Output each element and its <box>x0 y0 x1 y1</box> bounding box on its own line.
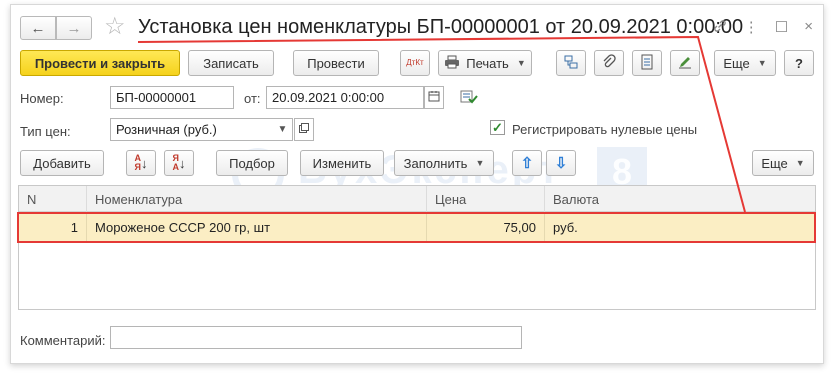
price-type-open-button[interactable] <box>294 118 314 141</box>
cell-price[interactable]: 75,00 <box>427 214 545 242</box>
fill-label: Заполнить <box>403 155 468 171</box>
date-label: от: <box>244 91 261 106</box>
table-more-button[interactable]: Еще ▼ <box>752 150 814 176</box>
open-icon <box>299 123 309 136</box>
arrow-up-icon: ⇧ <box>520 155 534 172</box>
printer-icon <box>444 55 460 72</box>
register-zero-checkbox[interactable]: ✓ <box>490 120 505 135</box>
post-and-close-button[interactable]: Провести и закрыть <box>20 50 180 76</box>
close-icon[interactable]: × <box>804 18 813 38</box>
link-icon[interactable] <box>712 18 728 38</box>
select-button[interactable]: Подбор <box>216 150 288 176</box>
move-up-button[interactable]: ⇧ <box>512 150 542 176</box>
document-list-icon <box>641 54 653 73</box>
register-zero-label[interactable]: Регистрировать нулевые цены <box>512 122 697 137</box>
print-button[interactable]: Печать ▼ <box>438 50 532 76</box>
number-field[interactable]: БП-00000001 <box>110 86 234 109</box>
sort-desc-button[interactable]: Я А ↓ <box>164 150 194 176</box>
column-header-item[interactable]: Номенклатура <box>87 186 427 212</box>
fill-button[interactable]: Заполнить ▼ <box>394 150 494 176</box>
number-label: Номер: <box>20 91 64 106</box>
table-header: N Номенклатура Цена Валюта <box>19 186 815 212</box>
comment-label: Комментарий: <box>20 333 106 348</box>
more-label: Еще <box>723 55 750 71</box>
more-button[interactable]: Еще ▼ <box>714 50 776 76</box>
chevron-down-icon: ▼ <box>757 58 767 68</box>
chevron-down-icon: ▼ <box>795 158 805 168</box>
post-button[interactable]: Провести <box>293 50 379 76</box>
pencil-icon <box>677 54 693 73</box>
table-row[interactable]: 1 Мороженое СССР 200 гр, шт 75,00 руб. <box>19 214 815 242</box>
sort-asc-button[interactable]: А Я ↓ <box>126 150 156 176</box>
page-title: Установка цен номенклатуры БП-00000001 о… <box>138 16 744 38</box>
more-vertical-icon[interactable]: ⋮ <box>744 18 759 38</box>
cell-currency[interactable]: руб. <box>545 214 815 242</box>
document-status-icon[interactable] <box>460 89 478 108</box>
calendar-icon <box>428 90 440 105</box>
structure-icon <box>563 54 579 73</box>
arrow-down-icon: ⇩ <box>554 155 568 172</box>
report-button[interactable] <box>632 50 662 76</box>
checkmark-icon: ✓ <box>492 119 503 135</box>
dtkt-icon: ДтКт <box>406 58 424 67</box>
paperclip-icon <box>602 53 616 73</box>
add-row-button[interactable]: Добавить <box>20 150 104 176</box>
prices-table: N Номенклатура Цена Валюта 1 Мороженое С… <box>18 185 816 310</box>
save-button[interactable]: Записать <box>188 50 274 76</box>
attach-button[interactable] <box>594 50 624 76</box>
change-button[interactable]: Изменить <box>300 150 384 176</box>
price-type-dropdown[interactable]: ▼ <box>273 118 293 141</box>
chevron-down-icon: ▼ <box>475 158 485 168</box>
arrow-left-icon: ← <box>30 19 46 37</box>
column-header-currency[interactable]: Валюта <box>545 186 815 212</box>
structure-button[interactable] <box>556 50 586 76</box>
window-controls: ⋮ ☐ × <box>712 18 813 38</box>
chevron-down-icon: ▼ <box>277 124 288 135</box>
maximize-icon[interactable]: ☐ <box>775 18 788 38</box>
print-label: Печать <box>466 55 509 71</box>
calendar-button[interactable] <box>424 86 444 109</box>
move-down-button[interactable]: ⇩ <box>546 150 576 176</box>
comment-field[interactable] <box>110 326 522 349</box>
column-header-n[interactable]: N <box>19 186 87 212</box>
nav-forward-button[interactable]: → <box>56 16 92 40</box>
table-more-label: Еще <box>761 155 788 171</box>
dtkt-button[interactable]: ДтКт <box>400 50 430 76</box>
cell-n[interactable]: 1 <box>19 214 87 242</box>
price-type-field[interactable]: Розничная (руб.) <box>110 118 274 141</box>
chevron-down-icon: ▼ <box>516 58 526 68</box>
nav-back-button[interactable]: ← <box>20 16 56 40</box>
favorite-star-icon[interactable]: ☆ <box>104 12 126 41</box>
arrow-right-icon: → <box>66 19 82 37</box>
cell-item[interactable]: Мороженое СССР 200 гр, шт <box>87 214 427 242</box>
date-field[interactable]: 20.09.2021 0:00:00 <box>266 86 424 109</box>
edit-button[interactable] <box>670 50 700 76</box>
price-type-label: Тип цен: <box>20 124 71 139</box>
help-button[interactable]: ? <box>784 50 814 76</box>
column-header-price[interactable]: Цена <box>427 186 545 212</box>
